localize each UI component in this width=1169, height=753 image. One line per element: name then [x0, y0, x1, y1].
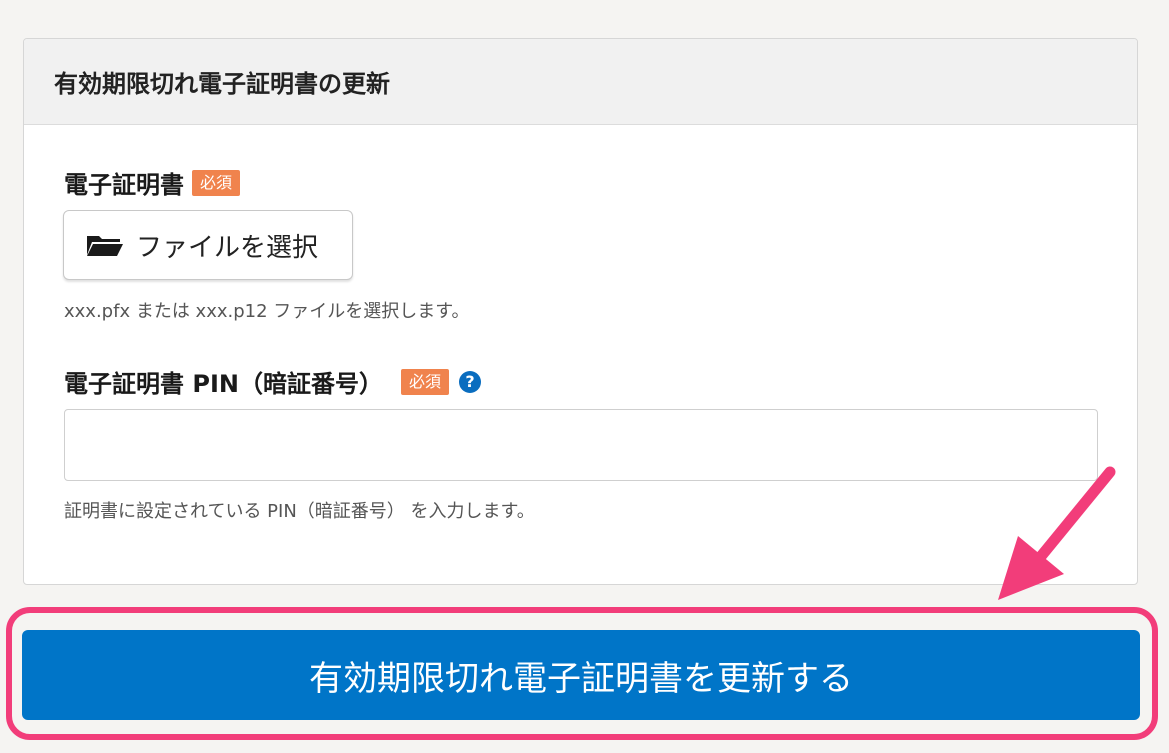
required-badge: 必須 [192, 169, 241, 196]
certificate-renewal-panel: 有効期限切れ電子証明書の更新 電子証明書 必須 ファイルを選択 xxx.pfx … [23, 38, 1138, 585]
select-file-button[interactable]: ファイルを選択 [63, 210, 353, 280]
panel-title: 有効期限切れ電子証明書の更新 [54, 70, 390, 98]
pin-field-label: 電子証明書 PIN（暗証番号） 必須 ? [64, 364, 481, 399]
arrow-annotation [998, 466, 1116, 600]
certificate-label-text: 電子証明書 [64, 171, 184, 199]
certificate-hint: xxx.pfx または xxx.p12 ファイルを選択します。 [64, 301, 470, 322]
folder-open-icon [87, 236, 123, 256]
pin-input[interactable] [64, 409, 1098, 481]
question-circle-icon[interactable]: ? [458, 370, 481, 393]
renew-certificate-button[interactable]: 有効期限切れ電子証明書を更新する [22, 630, 1140, 720]
certificate-field-label: 電子証明書 必須 [64, 165, 241, 200]
pin-hint: 証明書に設定されている PIN（暗証番号） を入力します。 [64, 501, 535, 522]
required-badge: 必須 [400, 368, 449, 395]
select-file-label: ファイルを選択 [136, 232, 319, 263]
pin-label-text: 電子証明書 PIN（暗証番号） [64, 370, 383, 398]
panel-header: 有効期限切れ電子証明書の更新 [24, 39, 1137, 125]
